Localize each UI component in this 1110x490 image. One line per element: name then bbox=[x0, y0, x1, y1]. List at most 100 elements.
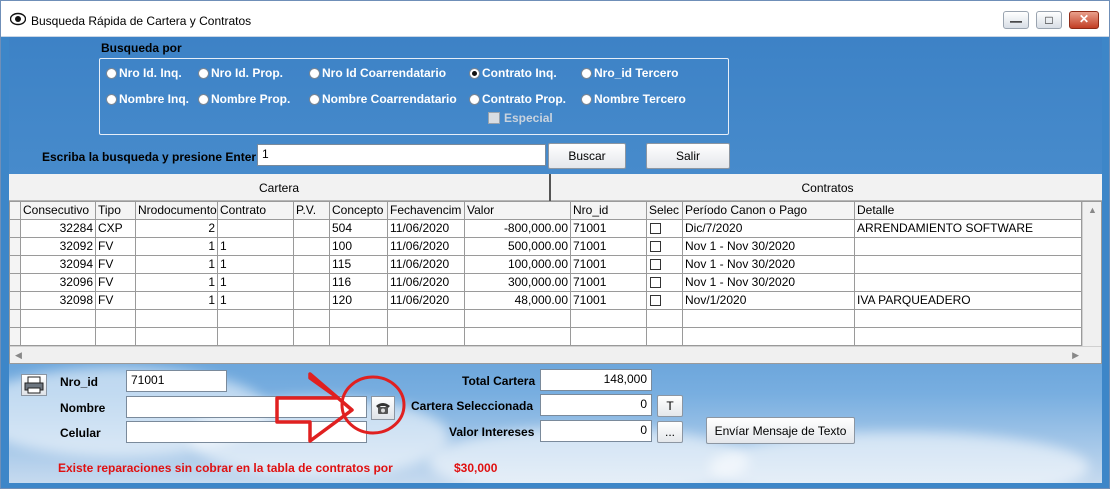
table-cell: 32096 bbox=[21, 274, 96, 292]
table-row[interactable]: 32092 FV 1 1 100 11/06/2020 500,000.00 71001 Nov… bbox=[10, 238, 1082, 256]
salir-button[interactable]: Salir bbox=[646, 143, 730, 169]
table-cell bbox=[465, 328, 571, 346]
table-cell bbox=[218, 310, 294, 328]
col-header[interactable]: Nrodocumento bbox=[136, 202, 218, 220]
table-cell: 100,000.00 bbox=[465, 256, 571, 274]
grid-vertical-scrollbar[interactable]: ▲ bbox=[1082, 202, 1101, 347]
table-cell: 1 bbox=[218, 256, 294, 274]
scroll-right-icon[interactable]: ▶ bbox=[1072, 350, 1079, 361]
table-cell[interactable] bbox=[647, 220, 683, 238]
radio-nombre-tercero[interactable]: Nombre Tercero bbox=[581, 92, 686, 106]
especial-checkbox[interactable]: Especial bbox=[488, 111, 553, 125]
table-cell: 1 bbox=[136, 292, 218, 310]
table-cell bbox=[96, 310, 136, 328]
radio-nombre-inq[interactable]: Nombre Inq. bbox=[106, 92, 189, 106]
window-title: Busqueda Rápida de Cartera y Contratos bbox=[31, 14, 252, 28]
celular-field[interactable] bbox=[126, 421, 367, 443]
table-cell: 1 bbox=[136, 238, 218, 256]
table-cell: 100 bbox=[330, 238, 388, 256]
tab-cartera[interactable]: Cartera bbox=[9, 174, 551, 201]
table-cell[interactable] bbox=[647, 292, 683, 310]
select-checkbox[interactable] bbox=[650, 259, 661, 270]
nombre-field[interactable] bbox=[126, 396, 367, 418]
nombre-label: Nombre bbox=[60, 401, 106, 415]
cartera-grid: Consecutivo Tipo Nrodocumento Contrato P… bbox=[9, 201, 1102, 364]
radio-nombre-coarrendatario[interactable]: Nombre Coarrendatario bbox=[309, 92, 457, 106]
radio-contrato-inq[interactable]: Contrato Inq. bbox=[469, 66, 557, 80]
close-button[interactable]: ✕ bbox=[1069, 11, 1099, 29]
table-cell: 71001 bbox=[571, 274, 647, 292]
main-window: Busqueda Rápida de Cartera y Contratos —… bbox=[0, 0, 1110, 489]
select-checkbox[interactable] bbox=[650, 223, 661, 234]
table-row[interactable]: 32098 FV 1 1 120 11/06/2020 48,000.00 71001 Nov/… bbox=[10, 292, 1082, 310]
table-cell: 1 bbox=[218, 292, 294, 310]
table-cell bbox=[136, 310, 218, 328]
valor-intereses-label: Valor Intereses bbox=[449, 425, 535, 439]
table-cell bbox=[855, 310, 1082, 328]
col-header[interactable]: Tipo bbox=[96, 202, 136, 220]
search-group-title: Busqueda por bbox=[101, 41, 182, 55]
select-checkbox[interactable] bbox=[650, 277, 661, 288]
table-cell: 300,000.00 bbox=[465, 274, 571, 292]
scroll-left-icon[interactable]: ◀ bbox=[15, 350, 22, 361]
table-cell: 71001 bbox=[571, 256, 647, 274]
buscar-button[interactable]: Buscar bbox=[548, 143, 626, 169]
col-header[interactable]: Contrato bbox=[218, 202, 294, 220]
radio-nro-id-tercero[interactable]: Nro_id Tercero bbox=[581, 66, 678, 80]
table-cell bbox=[294, 256, 330, 274]
table-row[interactable] bbox=[10, 310, 1082, 328]
table-cell: 11/06/2020 bbox=[388, 292, 465, 310]
table-cell: 2 bbox=[136, 220, 218, 238]
table-cell bbox=[294, 220, 330, 238]
table-cell[interactable] bbox=[647, 274, 683, 292]
table-cell[interactable] bbox=[647, 256, 683, 274]
print-button[interactable] bbox=[21, 374, 47, 396]
col-header[interactable]: P.V. bbox=[294, 202, 330, 220]
radio-nombre-prop[interactable]: Nombre Prop. bbox=[198, 92, 290, 106]
col-header[interactable]: Selec bbox=[647, 202, 683, 220]
table-row[interactable]: 32096 FV 1 1 116 11/06/2020 300,000.00 71001 Nov… bbox=[10, 274, 1082, 292]
col-header[interactable]: Nro_id bbox=[571, 202, 647, 220]
table-cell: FV bbox=[96, 274, 136, 292]
valor-intereses-field: 0 bbox=[540, 420, 652, 442]
cartera-seleccionada-label: Cartera Seleccionada bbox=[411, 399, 534, 413]
grid-horizontal-scrollbar[interactable]: ◀ ▶ bbox=[10, 346, 1101, 363]
select-checkbox[interactable] bbox=[650, 241, 661, 252]
col-header[interactable]: Concepto bbox=[330, 202, 388, 220]
radio-nro-id-prop[interactable]: Nro Id. Prop. bbox=[198, 66, 283, 80]
minimize-button[interactable]: — bbox=[1003, 11, 1029, 29]
nro-id-field[interactable]: 71001 bbox=[126, 370, 227, 392]
table-cell: IVA PARQUEADERO bbox=[855, 292, 1082, 310]
phone-button[interactable] bbox=[371, 396, 395, 420]
scroll-up-icon[interactable]: ▲ bbox=[1088, 205, 1097, 215]
radio-contrato-prop[interactable]: Contrato Prop. bbox=[469, 92, 566, 106]
col-header[interactable]: Consecutivo bbox=[21, 202, 96, 220]
ellipsis-button[interactable]: ... bbox=[657, 421, 683, 443]
table-row[interactable] bbox=[10, 328, 1082, 346]
t-button[interactable]: T bbox=[657, 395, 683, 417]
search-input[interactable]: 1 bbox=[257, 144, 546, 166]
table-cell: Dic/7/2020 bbox=[683, 220, 855, 238]
search-prompt-label: Escriba la busqueda y presione Enter bbox=[42, 150, 257, 164]
table-cell bbox=[294, 274, 330, 292]
radio-nro-id-inq[interactable]: Nro Id. Inq. bbox=[106, 66, 182, 80]
table-row[interactable]: 32284 CXP 2 504 11/06/2020 -800,000.00 71001 Di… bbox=[10, 220, 1082, 238]
col-header[interactable]: Detalle bbox=[855, 202, 1082, 220]
maximize-button[interactable]: □ bbox=[1036, 11, 1062, 29]
table-cell bbox=[21, 328, 96, 346]
col-header[interactable]: Período Canon o Pago bbox=[683, 202, 855, 220]
table-cell: -800,000.00 bbox=[465, 220, 571, 238]
table-cell bbox=[647, 310, 683, 328]
table-cell: Nov 1 - Nov 30/2020 bbox=[683, 238, 855, 256]
table-row[interactable]: 32094 FV 1 1 115 11/06/2020 100,000.00 71001 Nov… bbox=[10, 256, 1082, 274]
table-cell[interactable] bbox=[647, 238, 683, 256]
table-cell: 32098 bbox=[21, 292, 96, 310]
table-cell bbox=[294, 328, 330, 346]
radio-nro-id-coarrendatario[interactable]: Nro Id Coarrendatario bbox=[309, 66, 446, 80]
col-header[interactable]: Valor bbox=[465, 202, 571, 220]
col-header[interactable]: Fechavencim bbox=[388, 202, 465, 220]
table-cell bbox=[855, 256, 1082, 274]
tab-contratos[interactable]: Contratos bbox=[553, 174, 1102, 201]
select-checkbox[interactable] bbox=[650, 295, 661, 306]
send-sms-button[interactable]: Envíar Mensaje de Texto bbox=[706, 417, 855, 444]
